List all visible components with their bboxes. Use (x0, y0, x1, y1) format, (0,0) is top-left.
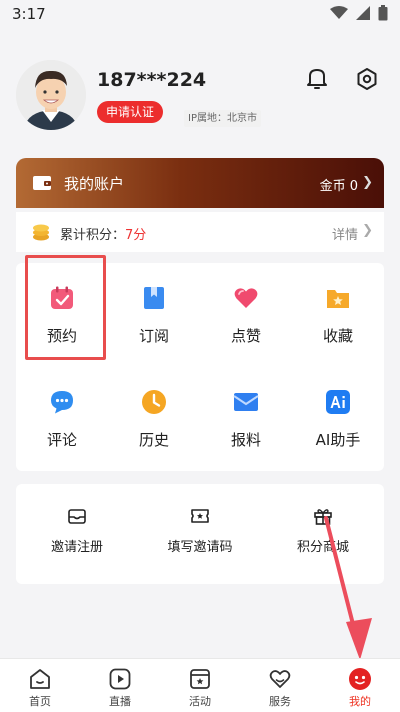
tab-label: 直播 (109, 695, 131, 708)
avatar[interactable] (16, 60, 86, 130)
clock-icon (142, 390, 166, 414)
feature-reservation[interactable]: 预约 (16, 255, 108, 367)
feature-label: 报料 (230, 431, 261, 449)
tab-label: 首页 (29, 695, 51, 708)
feature-label: 订阅 (138, 327, 169, 345)
ip-location-tag: IP属地：北京市 (184, 110, 261, 127)
account-title: 我的账户 (64, 175, 125, 193)
tab-home[interactable]: 首页 (0, 659, 80, 712)
status-time: 3:17 (12, 5, 46, 23)
folder-star-icon (327, 290, 349, 308)
chevron-right-icon: ❯ (362, 223, 373, 238)
my-account-card[interactable]: 我的账户 金币 0 ❯ (16, 158, 384, 208)
invite-card: 邀请注册 填写邀请码 积分商城 (16, 484, 384, 584)
book-bookmark-icon (144, 287, 164, 309)
gift-icon (314, 509, 332, 525)
tab-label: 活动 (189, 695, 211, 708)
avatar-illustration (16, 60, 86, 130)
invite-label: 填写邀请码 (167, 540, 233, 555)
coin-balance[interactable]: 金币 0 (320, 175, 358, 194)
tab-label: 服务 (269, 695, 291, 708)
invite-label: 积分商城 (296, 540, 349, 555)
points-value: 7分 (125, 228, 147, 243)
status-icons (330, 5, 388, 21)
points-label: 累计积分：7分 (60, 224, 146, 243)
heart-icon (234, 288, 258, 308)
mail-icon (233, 393, 259, 411)
invite-label: 邀请注册 (50, 540, 103, 555)
tab-label: 我的 (349, 695, 371, 708)
feature-news-tip[interactable]: 报料 (200, 367, 292, 471)
bottom-tab-bar: 首页 直播 活动 服务 我的 (0, 658, 400, 712)
points-caption: 累计积分： (60, 228, 126, 243)
feature-label: 点赞 (230, 327, 261, 345)
activity-icon (190, 669, 210, 689)
signal-icon (356, 6, 370, 20)
apply-certification-button[interactable]: 申请认证 (97, 101, 164, 123)
tab-activity[interactable]: 活动 (160, 659, 240, 712)
ai-icon (326, 390, 350, 414)
feature-label: AI助手 (315, 431, 361, 449)
wifi-icon (330, 6, 348, 19)
battery-icon (378, 5, 388, 21)
status-bar: 3:17 (0, 0, 400, 30)
points-row[interactable]: 累计积分：7分 详情 ❯ (16, 212, 384, 252)
feature-history[interactable]: 历史 (108, 367, 200, 471)
feature-favorite[interactable]: 收藏 (292, 263, 384, 367)
enter-invite-code[interactable]: 填写邀请码 (139, 484, 261, 584)
home-icon (30, 669, 50, 689)
chevron-right-icon: ❯ (362, 175, 373, 190)
envelope-icon (68, 509, 86, 524)
feature-label: 评论 (46, 431, 77, 449)
tab-live[interactable]: 直播 (80, 659, 160, 712)
tab-mine[interactable]: 我的 (320, 659, 400, 712)
highlight-box (25, 255, 106, 360)
ticket-star-icon (191, 509, 209, 523)
feature-grid: 预约 订阅 点赞 收藏 评论 历史 报料 AI助手 (16, 255, 384, 471)
points-mall[interactable]: 积分商城 (262, 484, 384, 584)
bell-icon[interactable] (304, 65, 330, 91)
invite-register[interactable]: 邀请注册 (16, 484, 138, 584)
user-phone: 187***224 (97, 69, 207, 91)
feature-subscribe[interactable]: 订阅 (108, 263, 200, 367)
comment-bubble-icon (51, 391, 73, 414)
coins-icon (33, 224, 49, 241)
settings-icon[interactable] (355, 67, 379, 91)
profile-dots-icon (349, 668, 371, 690)
profile-header: 187***224 申请认证 IP属地：北京市 (0, 55, 400, 145)
service-heart-icon (269, 670, 291, 688)
feature-comment[interactable]: 评论 (16, 367, 108, 471)
feature-label: 收藏 (322, 327, 353, 345)
play-icon (109, 668, 131, 690)
feature-like[interactable]: 点赞 (200, 263, 292, 367)
feature-ai-assistant[interactable]: AI助手 (292, 367, 384, 471)
tab-service[interactable]: 服务 (240, 659, 320, 712)
feature-label: 历史 (138, 431, 169, 449)
wallet-icon (33, 176, 51, 190)
points-detail-link[interactable]: 详情 (332, 224, 358, 243)
